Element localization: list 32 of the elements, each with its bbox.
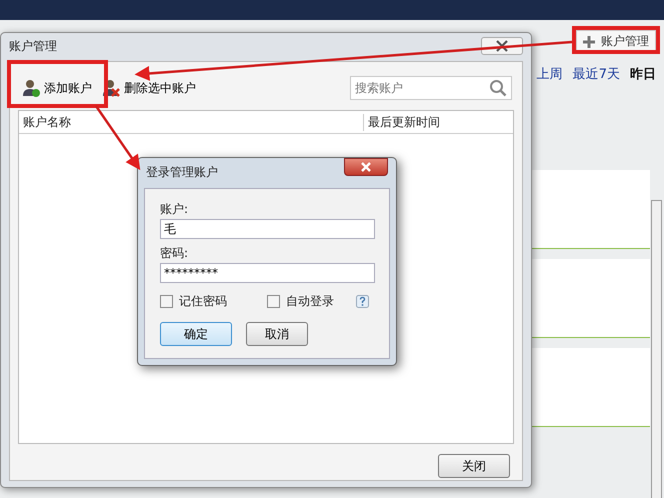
close-dialog-button[interactable]: 关闭	[438, 454, 510, 478]
close-button[interactable]	[344, 158, 388, 176]
account-field[interactable]: 毛	[160, 219, 375, 239]
scroll-bar[interactable]	[651, 200, 662, 498]
date-tab[interactable]: 上周	[536, 65, 563, 83]
ok-button[interactable]: 确定	[160, 322, 232, 346]
checkbox-label: 自动登录	[286, 293, 334, 310]
column-header: 最后更新时间	[367, 114, 440, 130]
field-label: 密码:	[160, 245, 190, 261]
delete-account-button[interactable]: 删除选中账户	[102, 79, 196, 97]
add-account-button[interactable]: 添加账户	[22, 79, 92, 97]
plus-icon	[583, 36, 595, 48]
password-field[interactable]: *********	[160, 263, 375, 283]
dialog-title: 登录管理账户	[146, 164, 218, 181]
search-input[interactable]: 搜索账户	[351, 81, 489, 95]
close-icon	[360, 162, 372, 172]
help-icon[interactable]	[356, 295, 369, 308]
date-tab[interactable]: 最近7天	[572, 65, 620, 83]
search-field[interactable]: 搜索账户	[350, 76, 512, 100]
field-label: 账户:	[160, 201, 190, 217]
user-remove-icon	[102, 79, 120, 97]
checkbox-label: 记住密码	[179, 293, 227, 310]
column-header: 账户名称	[19, 114, 364, 130]
dialog-title: 账户管理	[9, 38, 57, 54]
cancel-button[interactable]: 取消	[246, 322, 308, 346]
search-icon	[489, 79, 507, 97]
checkbox[interactable]	[267, 295, 280, 308]
checkbox[interactable]	[160, 295, 173, 308]
user-plus-icon	[22, 79, 40, 97]
close-icon	[495, 40, 509, 52]
annotation-arrow	[94, 105, 140, 170]
date-tab[interactable]: 昨日	[630, 65, 656, 83]
